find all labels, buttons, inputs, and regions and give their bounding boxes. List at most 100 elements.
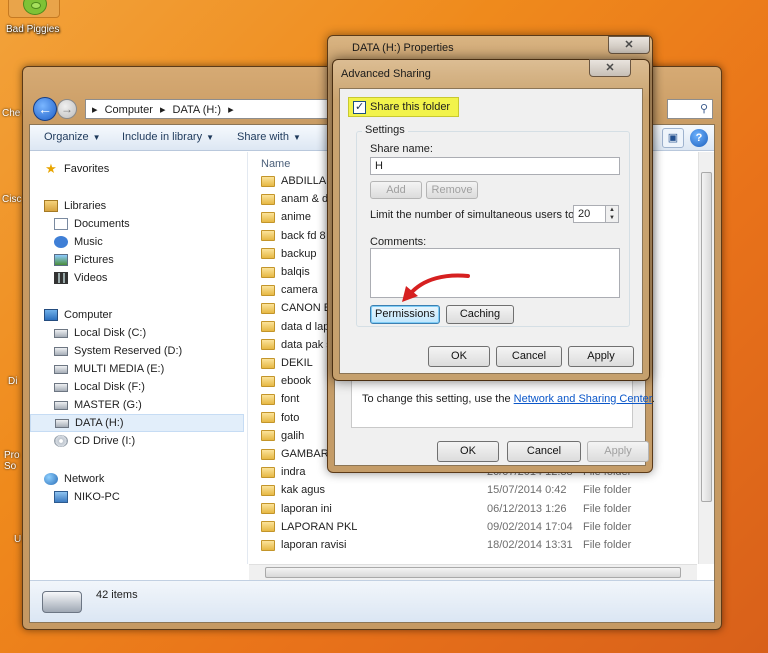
chevron-right-icon: ▸ xyxy=(159,104,166,116)
bad-piggies-icon[interactable] xyxy=(8,0,60,18)
folder-icon xyxy=(261,339,275,351)
organize-label: Organize xyxy=(44,131,89,143)
address-bar[interactable]: ▸ Computer ▸ DATA (H:) ▸ xyxy=(85,99,351,119)
piggy-snout-icon xyxy=(31,2,41,9)
search-input[interactable]: ⚲ xyxy=(667,99,713,119)
share-with-menu[interactable]: Share with ▼ xyxy=(237,131,301,143)
permissions-button[interactable]: Permissions xyxy=(370,305,440,324)
close-icon[interactable]: ✕ xyxy=(608,36,650,54)
caret-down-icon: ▼ xyxy=(92,133,101,142)
share-label: Share with xyxy=(237,131,289,143)
add-button[interactable]: Add xyxy=(370,181,422,199)
niko-pc-label: NIKO-PC xyxy=(74,491,120,503)
music-icon xyxy=(54,236,68,248)
sidebar-item-drive-d[interactable]: System Reserved (D:) xyxy=(54,342,270,360)
desktop-label-pro[interactable]: Pro So xyxy=(4,450,24,472)
forward-button[interactable]: → xyxy=(57,99,77,119)
info-text: To change this setting, use the xyxy=(362,393,514,405)
folder-icon xyxy=(261,466,275,478)
network-icon xyxy=(44,473,58,485)
sidebar-item-videos[interactable]: Videos xyxy=(54,269,270,287)
properties-ok-button[interactable]: OK xyxy=(437,441,499,462)
music-label: Music xyxy=(74,236,103,248)
sidebar-item-music[interactable]: Music xyxy=(54,233,270,251)
network-sharing-center-link[interactable]: Network and Sharing Center xyxy=(514,393,652,405)
folder-icon xyxy=(261,193,275,205)
spin-arrows-icon[interactable]: ▲ ▼ xyxy=(605,206,618,222)
network-label: Network xyxy=(64,473,105,485)
advanced-sharing-body: Share this folder Settings Share name: H… xyxy=(339,88,643,374)
column-header-name[interactable]: Name xyxy=(261,158,290,170)
drive-icon xyxy=(54,400,68,410)
file-type: File folder xyxy=(583,539,632,551)
info-text-end: . xyxy=(651,393,655,405)
breadcrumb-data-h[interactable]: DATA (H:) xyxy=(173,104,221,116)
favorites-label: Favorites xyxy=(64,163,110,175)
vertical-scrollbar[interactable] xyxy=(698,152,714,564)
file-row[interactable]: kak agus 15/07/2014 0:42 File folder xyxy=(261,481,697,499)
breadcrumb-computer[interactable]: Computer xyxy=(105,104,153,116)
sidebar-item-network[interactable]: Network xyxy=(44,470,260,488)
file-row[interactable]: laporan ravisi 18/02/2014 13:31 File folde… xyxy=(261,536,697,554)
folder-icon xyxy=(261,393,275,405)
pc-icon xyxy=(54,491,68,503)
details-pane: 42 items xyxy=(30,580,714,622)
folder-icon xyxy=(261,521,275,533)
drive-icon xyxy=(55,418,69,428)
sidebar-item-drive-i[interactable]: CD Drive (I:) xyxy=(54,432,270,450)
horizontal-scrollbar[interactable] xyxy=(249,564,697,580)
properties-cancel-button[interactable]: Cancel xyxy=(507,441,581,462)
cancel-button[interactable]: Cancel xyxy=(496,346,562,367)
limit-users-label: Limit the number of simultaneous users t… xyxy=(370,209,578,221)
caching-button[interactable]: Caching xyxy=(446,305,514,324)
sidebar-item-pictures[interactable]: Pictures xyxy=(54,251,270,269)
sidebar-item-computer[interactable]: Computer xyxy=(44,306,260,324)
advanced-sharing-title: Advanced Sharing xyxy=(341,68,431,80)
sidebar-item-drive-g[interactable]: MASTER (G:) xyxy=(54,396,270,414)
view-controls: ▣ ? xyxy=(662,128,708,148)
sidebar-item-drive-c[interactable]: Local Disk (C:) xyxy=(54,324,270,342)
desktop-label-bad-piggies[interactable]: Bad Piggies xyxy=(6,24,59,35)
user-limit-spinner[interactable]: 20 ▲ ▼ xyxy=(573,205,619,223)
folder-icon xyxy=(261,503,275,515)
scroll-thumb[interactable] xyxy=(265,567,681,578)
file-name: LAPORAN PKL xyxy=(281,520,358,533)
sidebar-item-drive-f[interactable]: Local Disk (F:) xyxy=(54,378,270,396)
drive-label: MASTER (G:) xyxy=(74,399,142,411)
scroll-thumb[interactable] xyxy=(701,172,712,502)
properties-apply-button[interactable]: Apply xyxy=(587,441,649,462)
file-type: File folder xyxy=(583,520,632,533)
file-row[interactable]: laporan ini 06/12/2013 1:26 File folder xyxy=(261,500,697,518)
sidebar-item-libraries[interactable]: Libraries xyxy=(44,197,260,215)
share-name-input[interactable]: H xyxy=(370,157,620,175)
organize-menu[interactable]: Organize ▼ xyxy=(44,131,101,143)
preview-pane-icon[interactable]: ▣ xyxy=(662,128,684,148)
apply-button[interactable]: Apply xyxy=(568,346,634,367)
folder-icon xyxy=(261,302,275,314)
sidebar-item-favorites[interactable]: ★ Favorites xyxy=(44,160,260,178)
drive-label: Local Disk (C:) xyxy=(74,327,147,339)
file-row[interactable]: LAPORAN PKL 09/02/2014 17:04 File folder xyxy=(261,518,697,536)
file-date: 15/07/2014 0:42 xyxy=(487,484,567,497)
include-in-library-menu[interactable]: Include in library ▼ xyxy=(122,131,214,143)
remove-button[interactable]: Remove xyxy=(426,181,478,199)
file-date: 06/12/2013 1:26 xyxy=(487,502,567,515)
folder-icon xyxy=(261,321,275,333)
sidebar-item-documents[interactable]: Documents xyxy=(54,215,270,233)
sidebar-item-niko-pc[interactable]: NIKO-PC xyxy=(54,488,270,506)
back-button[interactable]: ← xyxy=(33,97,57,121)
sidebar-item-drive-e[interactable]: MULTI MEDIA (E:) xyxy=(54,360,270,378)
share-name-label: Share name: xyxy=(370,143,433,155)
close-icon[interactable]: ✕ xyxy=(589,59,631,77)
caret-down-icon: ▼ xyxy=(206,133,215,142)
help-icon[interactable]: ? xyxy=(690,129,708,147)
folder-icon xyxy=(261,375,275,387)
navigation-pane: ★ Favorites Libraries Documents Music Pic… xyxy=(30,152,248,564)
folder-icon xyxy=(261,412,275,424)
folder-icon xyxy=(261,539,275,551)
folder-icon xyxy=(261,230,275,242)
file-name: kak agus xyxy=(281,484,326,497)
ok-button[interactable]: OK xyxy=(428,346,490,367)
sidebar-item-drive-h[interactable]: DATA (H:) xyxy=(30,414,244,432)
share-folder-checkbox[interactable]: Share this folder xyxy=(348,97,460,117)
